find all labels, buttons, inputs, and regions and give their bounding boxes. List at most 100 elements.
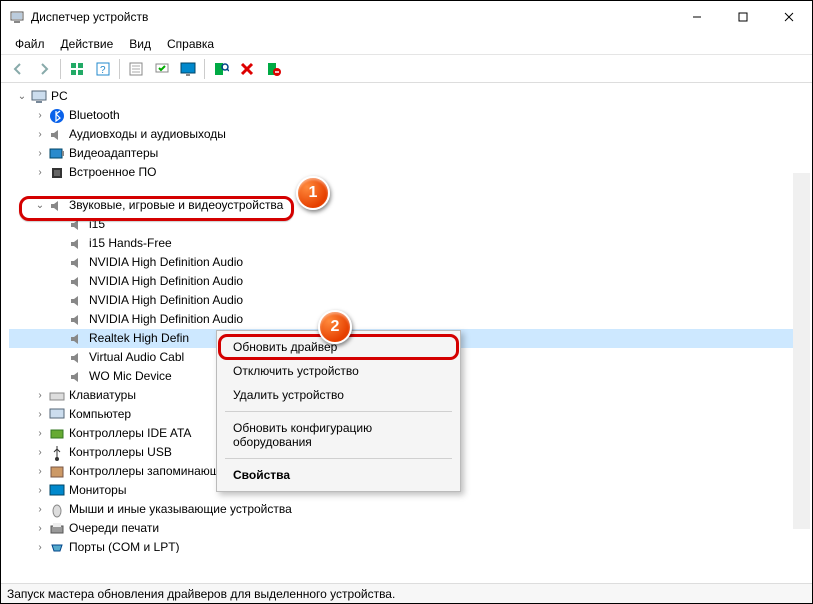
tree-label: i15 bbox=[89, 215, 105, 234]
tree-label: Мыши и иные указывающие устройства bbox=[69, 500, 292, 519]
menu-view[interactable]: Вид bbox=[123, 35, 157, 52]
minimize-button[interactable] bbox=[674, 1, 720, 33]
chevron-right-icon[interactable]: › bbox=[33, 446, 47, 460]
tree-label: Видеоадаптеры bbox=[69, 144, 158, 163]
ide-icon bbox=[49, 426, 65, 442]
monitor-icon bbox=[49, 483, 65, 499]
context-disable-device[interactable]: Отключить устройство bbox=[219, 359, 458, 383]
tree-label: Аудиовходы и аудиовыходы bbox=[69, 125, 226, 144]
tree-item-nvidia4[interactable]: NVIDIA High Definition Audio bbox=[9, 310, 810, 329]
chevron-right-icon[interactable]: › bbox=[33, 408, 47, 422]
svg-text:?: ? bbox=[100, 65, 106, 76]
tree-cat-sound[interactable]: ⌄ Звуковые, игровые и видеоустройства bbox=[9, 196, 810, 215]
menu-help[interactable]: Справка bbox=[161, 35, 220, 52]
toolbar-update-icon[interactable] bbox=[150, 57, 174, 81]
speaker-icon bbox=[69, 293, 85, 309]
chevron-down-icon[interactable]: ⌄ bbox=[15, 90, 29, 104]
tree-cat-video[interactable]: › Видеоадаптеры bbox=[9, 144, 810, 163]
tree-label: Мониторы bbox=[69, 481, 126, 500]
menu-file[interactable]: Файл bbox=[9, 35, 51, 52]
chevron-right-icon[interactable]: › bbox=[33, 522, 47, 536]
chevron-right-icon[interactable]: › bbox=[33, 147, 47, 161]
menu-bar: Файл Действие Вид Справка bbox=[1, 33, 812, 55]
device-tree[interactable]: ⌄ PC › Bluetooth › Аудиовходы и аудиовых… bbox=[1, 83, 812, 553]
speaker-icon bbox=[49, 198, 65, 214]
tree-item-i15[interactable]: i15 bbox=[9, 215, 810, 234]
chevron-right-icon[interactable]: › bbox=[33, 427, 47, 441]
chevron-right-icon[interactable]: › bbox=[33, 166, 47, 180]
speaker-icon bbox=[69, 236, 85, 252]
toolbar-detailview-icon[interactable] bbox=[65, 57, 89, 81]
tree-label: Очереди печати bbox=[69, 519, 159, 538]
chevron-right-icon[interactable]: › bbox=[33, 484, 47, 498]
speaker-icon bbox=[69, 274, 85, 290]
tree-root[interactable]: ⌄ PC bbox=[9, 87, 810, 106]
tree-cat-print[interactable]: › Очереди печати bbox=[9, 519, 810, 538]
toolbar-monitor-icon[interactable] bbox=[176, 57, 200, 81]
tree-cat-mouse[interactable]: › Мыши и иные указывающие устройства bbox=[9, 500, 810, 519]
speaker-icon bbox=[69, 369, 85, 385]
context-separator bbox=[225, 458, 452, 459]
chevron-right-icon[interactable]: › bbox=[33, 465, 47, 479]
tree-label: NVIDIA High Definition Audio bbox=[89, 272, 243, 291]
toolbar-help-icon[interactable]: ? bbox=[91, 57, 115, 81]
tree-item-nvidia3[interactable]: NVIDIA High Definition Audio bbox=[9, 291, 810, 310]
maximize-button[interactable] bbox=[720, 1, 766, 33]
chip-icon bbox=[49, 165, 65, 181]
tree-label: Компьютер bbox=[69, 405, 131, 424]
tree-item-nvidia1[interactable]: NVIDIA High Definition Audio bbox=[9, 253, 810, 272]
tree-label: Контроллеры IDE ATA bbox=[69, 424, 191, 443]
chevron-right-icon[interactable]: › bbox=[33, 389, 47, 403]
status-text: Запуск мастера обновления драйверов для … bbox=[7, 587, 395, 601]
speaker-icon bbox=[69, 255, 85, 271]
chevron-right-icon[interactable]: › bbox=[33, 541, 47, 554]
tree-label: Virtual Audio Cabl bbox=[89, 348, 184, 367]
context-update-driver[interactable]: Обновить драйвер bbox=[219, 335, 458, 359]
toolbar-forward-icon[interactable] bbox=[32, 57, 56, 81]
bluetooth-icon bbox=[49, 108, 65, 124]
toolbar-disable-icon[interactable] bbox=[235, 57, 259, 81]
context-menu: Обновить драйвер Отключить устройство Уд… bbox=[216, 330, 461, 492]
chevron-down-icon[interactable]: ⌄ bbox=[33, 199, 47, 213]
context-uninstall-device[interactable]: Удалить устройство bbox=[219, 383, 458, 407]
tree-label: NVIDIA High Definition Audio bbox=[89, 253, 243, 272]
context-properties[interactable]: Свойства bbox=[219, 463, 458, 487]
toolbar-back-icon[interactable] bbox=[6, 57, 30, 81]
app-icon bbox=[9, 9, 25, 25]
tree-label: Клавиатуры bbox=[69, 386, 136, 405]
toolbar-uninstall-icon[interactable] bbox=[261, 57, 285, 81]
context-scan-hardware[interactable]: Обновить конфигурацию оборудования bbox=[219, 416, 458, 454]
speaker-icon bbox=[69, 217, 85, 233]
toolbar: ? bbox=[1, 55, 812, 83]
tree-label: WO Mic Device bbox=[89, 367, 172, 386]
chevron-right-icon[interactable]: › bbox=[33, 503, 47, 517]
mouse-icon bbox=[49, 502, 65, 518]
chevron-right-icon[interactable]: › bbox=[33, 128, 47, 142]
printer-icon bbox=[49, 521, 65, 537]
display-adapter-icon bbox=[49, 146, 65, 162]
tree-label: i15 Hands-Free bbox=[89, 234, 172, 253]
context-separator bbox=[225, 411, 452, 412]
speaker-icon bbox=[69, 331, 85, 347]
tree-cat-ports[interactable]: ›Порты (COM и LPT) bbox=[9, 538, 810, 553]
chevron-right-icon[interactable]: › bbox=[33, 109, 47, 123]
port-icon bbox=[49, 540, 65, 554]
computer-icon bbox=[31, 89, 47, 105]
window-title: Диспетчер устройств bbox=[31, 10, 148, 24]
tree-cat-bluetooth[interactable]: › Bluetooth bbox=[9, 106, 810, 125]
tree-item-nvidia2[interactable]: NVIDIA High Definition Audio bbox=[9, 272, 810, 291]
tree-label: Realtek High Defin bbox=[89, 329, 189, 348]
speaker-icon bbox=[69, 350, 85, 366]
computer-icon bbox=[49, 407, 65, 423]
storage-icon bbox=[49, 464, 65, 480]
tree-item-i15hf[interactable]: i15 Hands-Free bbox=[9, 234, 810, 253]
tree-cat-audioio[interactable]: › Аудиовходы и аудиовыходы bbox=[9, 125, 810, 144]
toolbar-properties-icon[interactable] bbox=[124, 57, 148, 81]
close-button[interactable] bbox=[766, 1, 812, 33]
toolbar-scan-icon[interactable] bbox=[209, 57, 233, 81]
keyboard-icon bbox=[49, 388, 65, 404]
tree-label: Встроенное ПО bbox=[69, 163, 156, 182]
menu-action[interactable]: Действие bbox=[55, 35, 120, 52]
tree-cat-firmware[interactable]: › Встроенное ПО bbox=[9, 163, 810, 182]
scrollbar[interactable] bbox=[793, 173, 810, 529]
